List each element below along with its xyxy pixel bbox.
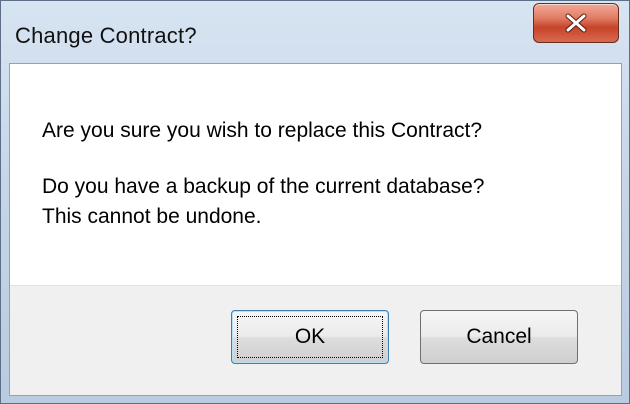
message-text: Are you sure you wish to replace this Co… bbox=[42, 116, 484, 232]
cancel-button[interactable]: Cancel bbox=[420, 310, 578, 364]
message-line-question: Are you sure you wish to replace this Co… bbox=[42, 119, 483, 142]
focus-rectangle bbox=[237, 316, 383, 358]
window-title: Change Contract? bbox=[15, 23, 197, 48]
close-button[interactable] bbox=[533, 3, 619, 43]
title-bar[interactable]: Change Contract? bbox=[1, 1, 629, 63]
button-bar: OK Cancel bbox=[10, 285, 621, 395]
close-icon bbox=[564, 13, 588, 33]
cancel-button-label: Cancel bbox=[466, 325, 532, 348]
message-spacer bbox=[42, 146, 484, 172]
message-line-warning: This cannot be undone. bbox=[42, 205, 262, 228]
dialog-body: Are you sure you wish to replace this Co… bbox=[9, 63, 622, 396]
dialog-window: Change Contract? Are you sure you wish t… bbox=[0, 0, 630, 404]
ok-button[interactable]: OK bbox=[231, 310, 389, 364]
message-line-backup: Do you have a backup of the current data… bbox=[42, 175, 485, 198]
